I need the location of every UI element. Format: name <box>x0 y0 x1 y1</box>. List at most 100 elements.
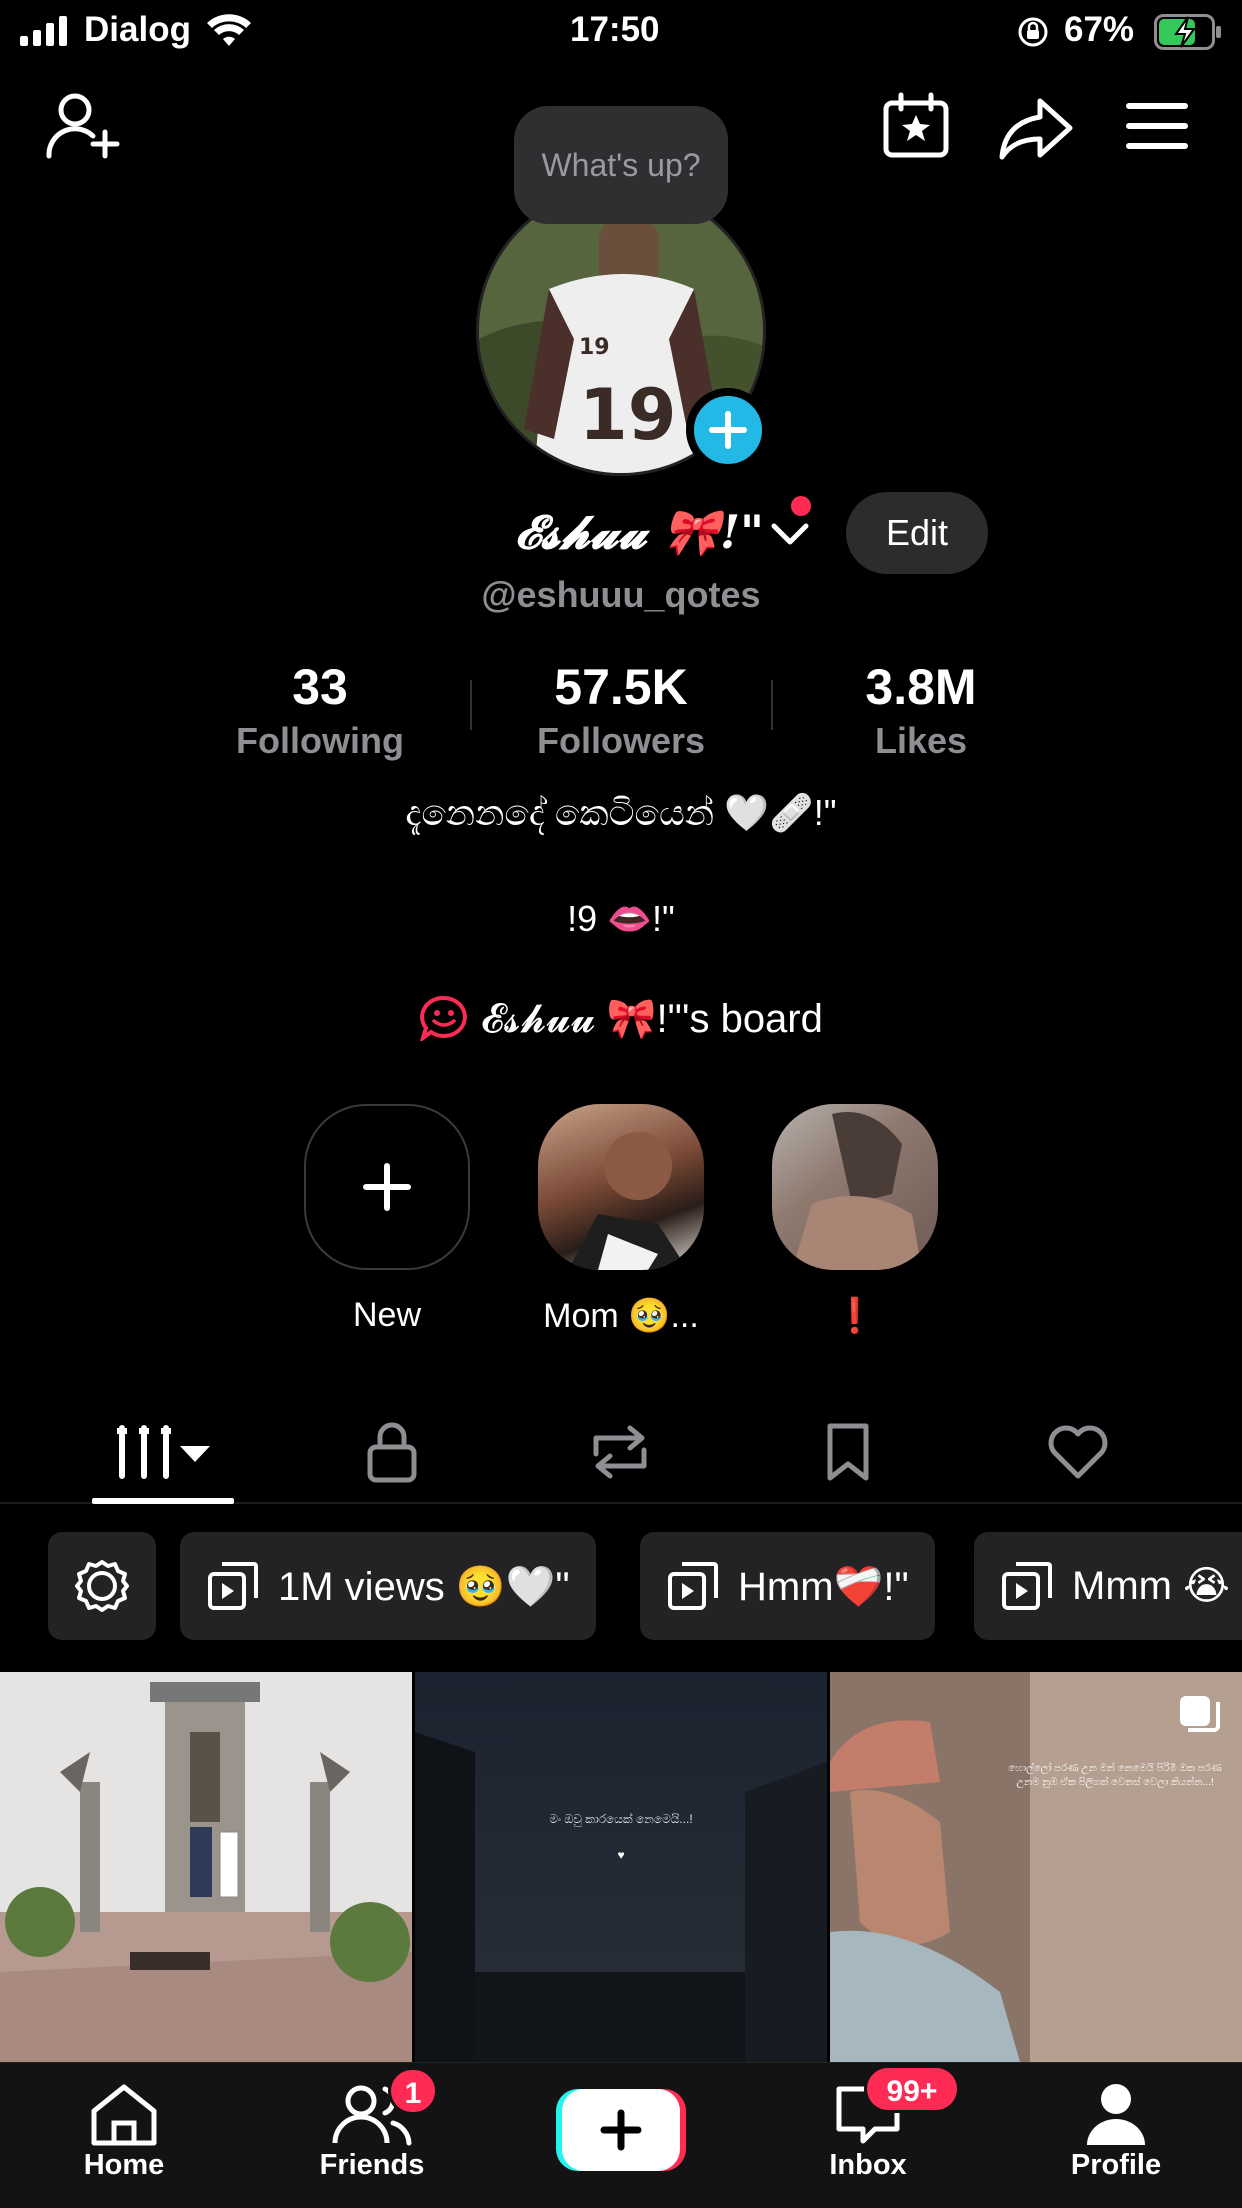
heart-icon <box>1048 1425 1108 1479</box>
stat-value: 3.8M <box>865 659 977 715</box>
video-thumbnail-image <box>0 1672 412 2062</box>
stat-value: 33 <box>292 659 348 715</box>
playlist-row: 1M views 🥹🤍" Hmm❤️‍🩹!" Mmm 😭 <box>0 1532 1242 1642</box>
video-overlay-text: හොල්ලෝ පරණ උන මන් නෙමෙයි පිරිමි ඔක පරණ උ… <box>1008 1763 1222 1788</box>
share-arrow-icon <box>999 98 1073 160</box>
highlight-mom[interactable]: Mom 🥹... <box>538 1104 704 1336</box>
share-profile-button[interactable] <box>996 92 1076 164</box>
profile-icon <box>1087 2084 1145 2145</box>
clock: 17:50 <box>570 10 660 49</box>
orientation-lock-icon <box>1018 17 1048 47</box>
nav-label: Home <box>83 2149 165 2181</box>
playlist-icon <box>208 1562 258 1610</box>
highlight-photo <box>568 1132 688 1270</box>
add-user-icon <box>46 93 120 159</box>
nav-label: Inbox <box>829 2149 907 2181</box>
nav-label: Friends <box>319 2149 425 2181</box>
nav-friends[interactable]: Friends 1 <box>272 2067 472 2182</box>
board-link[interactable]: 𝓔𝓼𝓱𝓾𝓾 🎀!"'s board <box>0 988 1242 1048</box>
friends-badge: 1 <box>388 2067 438 2115</box>
chevron-down-icon <box>771 523 809 545</box>
highlight-cover <box>304 1104 470 1270</box>
video-grid: මං ඔවු කාරයෙක් නෙමෙයි...! ♥ හොල්ලෝ පරණ උ… <box>0 1672 1242 2062</box>
nav-profile[interactable]: Profile <box>1016 2081 1216 2182</box>
account-switcher[interactable]: 𝓔𝓼𝓱𝓾𝓾 🎀!" <box>420 498 810 568</box>
playlist-icon <box>1002 1562 1052 1610</box>
stat-label: Followers <box>536 720 706 761</box>
highlight-photo <box>792 1112 922 1270</box>
add-friend-button[interactable] <box>40 88 126 164</box>
highlight-label: New <box>352 1296 422 1334</box>
playlist-label: Mmm 😭 <box>1072 1564 1230 1608</box>
add-story-button[interactable] <box>686 388 770 472</box>
tab-private[interactable] <box>268 1400 516 1504</box>
highlight-cover <box>538 1104 704 1270</box>
gear-icon <box>75 1560 129 1612</box>
video-thumbnail[interactable]: මං ඔවු කාරයෙක් නෙමෙයි...! ♥ <box>415 1672 827 2062</box>
playlist-chip[interactable]: 1M views 🥹🤍" <box>180 1532 596 1640</box>
playlist-chip[interactable]: Hmm❤️‍🩹!" <box>640 1532 935 1640</box>
photo-carousel-icon <box>1180 1696 1220 1732</box>
edit-label: Edit <box>885 512 949 553</box>
svg-text:19: 19 <box>579 374 676 456</box>
stat-label: Following <box>236 720 404 761</box>
nav-label: Profile <box>1070 2149 1162 2181</box>
bio-line: !9 👄!" <box>567 898 675 939</box>
tab-favorites[interactable] <box>724 1400 972 1504</box>
stat-followers[interactable]: 57.5K Followers <box>501 658 741 762</box>
display-name: 𝓔𝓼𝓱𝓾𝓾 🎀!" <box>514 505 764 559</box>
wifi-icon <box>207 14 251 46</box>
nav-home[interactable]: Home <box>24 2081 224 2182</box>
tab-videos[interactable] <box>40 1400 288 1504</box>
calendar-button[interactable] <box>880 90 952 162</box>
battery-icon <box>1154 14 1221 50</box>
content-tabs <box>0 1400 1242 1504</box>
video-thumbnail[interactable] <box>0 1672 412 2062</box>
tab-reposts[interactable] <box>496 1400 744 1504</box>
playlist-icon <box>668 1562 718 1610</box>
nav-inbox[interactable]: Inbox 99+ <box>768 2065 968 2182</box>
bottom-navigation: Home Friends 1 Inbox 99+ Profile <box>0 2062 1242 2208</box>
repost-icon <box>593 1425 647 1479</box>
video-thumbnail-image <box>415 1672 827 2062</box>
bookmark-icon <box>827 1423 869 1481</box>
tab-liked[interactable] <box>954 1400 1202 1504</box>
playlist-chip[interactable]: Mmm 😭 <box>974 1532 1242 1640</box>
stat-label: Likes <box>874 720 968 761</box>
carrier-name: Dialog <box>84 10 191 49</box>
signal-icon <box>20 16 67 46</box>
username-handle: @eshuuu_qotes <box>481 574 761 615</box>
video-overlay-text: මං ඔවු කාරයෙක් නෙමෙයි...! <box>549 1812 693 1826</box>
highlight-alert[interactable]: ❗ <box>772 1104 938 1336</box>
create-video-button[interactable] <box>556 2087 686 2173</box>
video-grid-icon <box>117 1425 210 1479</box>
status-tooltip[interactable]: What's up? <box>514 106 728 224</box>
lock-icon <box>367 1422 417 1483</box>
tooltip-text: What's up? <box>541 146 701 183</box>
plus-icon <box>709 411 747 449</box>
stat-following[interactable]: 33 Following <box>200 658 440 762</box>
highlight-new[interactable]: New <box>304 1104 470 1335</box>
stat-likes[interactable]: 3.8M Likes <box>801 658 1041 762</box>
svg-text:19: 19 <box>579 335 610 360</box>
create-plus-icon <box>556 2089 686 2171</box>
plus-icon <box>363 1163 411 1211</box>
playlist-label: 1M views 🥹🤍" <box>278 1564 570 1609</box>
stat-divider <box>771 680 773 730</box>
stat-value: 57.5K <box>554 659 688 715</box>
stat-divider <box>470 680 472 730</box>
highlight-cover <box>772 1104 938 1270</box>
highlight-label: Mom 🥹... <box>543 1297 699 1335</box>
smile-chat-icon <box>420 995 467 1041</box>
playlist-label: Hmm❤️‍🩹!" <box>738 1564 909 1609</box>
inbox-badge: 99+ <box>864 2065 960 2113</box>
edit-profile-button[interactable]: Edit <box>846 492 988 574</box>
menu-button[interactable] <box>1124 96 1190 156</box>
playlist-settings-button[interactable] <box>48 1532 156 1640</box>
home-icon <box>91 2084 157 2146</box>
board-label: 𝓔𝓼𝓱𝓾𝓾 🎀!"'s board <box>481 996 823 1041</box>
notification-dot <box>791 496 811 516</box>
status-bar: Dialog 17:50 67% <box>0 0 1242 62</box>
video-thumbnail[interactable]: හොල්ලෝ පරණ උන මන් නෙමෙයි පිරිමි ඔක පරණ උ… <box>830 1672 1242 2062</box>
hamburger-menu-icon <box>1126 103 1188 149</box>
